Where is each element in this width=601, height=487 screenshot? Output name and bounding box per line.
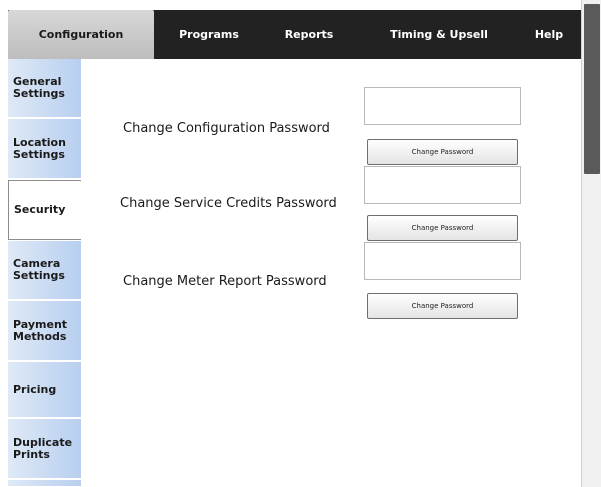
security-panel: Change Configuration Password Change Pas… [81, 59, 581, 487]
sidebar-item-label: Pricing [13, 382, 57, 396]
sidebar-item-payment-methods[interactable]: Payment Methods [8, 301, 81, 361]
service-credits-password-input[interactable] [364, 166, 521, 204]
tab-timing-upsell[interactable]: Timing & Upsell [374, 10, 504, 59]
change-meter-report-password-button[interactable]: Change Password [367, 293, 518, 319]
meter-report-password-input[interactable] [364, 242, 521, 280]
sidebar-item-label: General Settings [13, 75, 65, 100]
configuration-password-label: Change Configuration Password [123, 121, 330, 136]
vertical-scrollbar[interactable] [581, 0, 601, 487]
sidebar: General Settings Location Settings Secur… [8, 59, 81, 487]
tab-help[interactable]: Help [523, 10, 575, 59]
service-credits-password-label: Change Service Credits Password [120, 196, 337, 211]
sidebar-item-label: Payment Methods [13, 317, 68, 343]
tab-reports[interactable]: Reports [270, 10, 348, 59]
tab-configuration[interactable]: Configuration [8, 10, 154, 59]
sidebar-item-camera-settings[interactable]: Camera Settings [8, 241, 81, 300]
change-service-credits-password-button[interactable]: Change Password [367, 215, 518, 241]
sidebar-item-label: Duplicate Prints [13, 435, 73, 461]
sidebar-item-security[interactable]: Security [8, 180, 81, 240]
sidebar-item-location-settings[interactable]: Location Settings [8, 119, 81, 179]
sidebar-item-label: Security [14, 203, 66, 216]
configuration-password-input[interactable] [364, 87, 521, 125]
sidebar-item-label: Camera Settings [13, 257, 65, 282]
sidebar-item-duplicate-prints[interactable]: Duplicate Prints [8, 419, 81, 479]
tab-programs[interactable]: Programs [170, 10, 248, 59]
top-nav-bar: Configuration Programs Reports Timing & … [8, 10, 581, 59]
change-configuration-password-button[interactable]: Change Password [367, 139, 518, 165]
sidebar-item-general-settings[interactable]: General Settings [8, 59, 81, 118]
sidebar-item-label: Location Settings [13, 135, 66, 161]
sidebar-item-pricing[interactable]: Pricing [8, 362, 81, 418]
sidebar-item-partial [8, 480, 81, 487]
scrollbar-thumb[interactable] [584, 4, 600, 174]
meter-report-password-label: Change Meter Report Password [123, 274, 327, 289]
app-window: Configuration Programs Reports Timing & … [0, 0, 601, 487]
